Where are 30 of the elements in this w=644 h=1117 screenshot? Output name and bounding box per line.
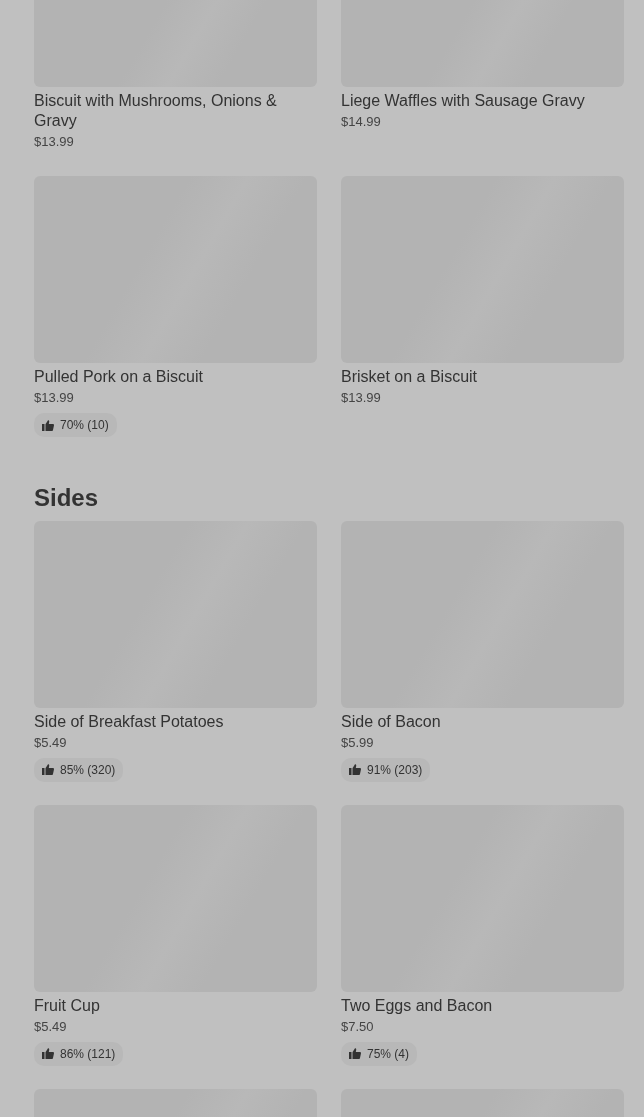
item-price: $5.49 [34,1017,67,1036]
section-heading: Sides [34,484,100,513]
item-price: $5.99 [341,733,374,752]
rating-badge: 91% (203) [341,757,431,782]
rating-badge: 86% (121) [34,1041,124,1066]
menu-item-card[interactable]: Side of Bacon $5.99 91% (203) [341,520,624,782]
rating-badge: 75% (4) [341,1041,418,1066]
item-name: Liege Waffles with Sausage Gravy [341,91,585,111]
item-name: Pulled Pork on a Biscuit [34,367,203,387]
menu-item-card[interactable]: Side of Breakfast Potatoes $5.49 85% (320) [34,520,317,782]
item-name: Fruit Cup [34,995,100,1016]
item-price: $13.99 [34,389,74,407]
item-price: $5.49 [34,733,67,752]
menu-item-card[interactable]: Fruit Cup $5.49 86% (121) [34,804,317,1066]
rating-badge: 70% (10) [34,413,117,437]
item-name: Brisket on a Biscuit [341,367,478,387]
item-name: Two Eggs and Bacon [341,995,493,1016]
menu-item-card[interactable]: Biscuit with Mushrooms, Onions & Gravy $13.99 [34,0,317,153]
menu-item-card[interactable]: Brisket on a Biscuit $13.99 [341,176,624,437]
item-price: $13.99 [341,389,381,407]
item-price: $13.99 [34,133,74,151]
item-name: Side of Breakfast Potatoes [34,711,224,732]
item-price: $7.50 [341,1017,374,1036]
item-name: Biscuit with Mushrooms, Onions & Gravy [34,91,278,131]
menu-item-card[interactable]: Pulled Pork on a Biscuit $13.99 70% (10) [34,176,317,437]
menu-item-card[interactable]: Liege Waffles with Sausage Gravy $14.99 [341,0,624,153]
item-price: $14.99 [341,113,381,131]
menu-item-card[interactable]: Two Eggs and Bacon $7.50 75% (4) [341,804,624,1066]
item-name: Side of Bacon [341,711,441,732]
rating-badge: 85% (320) [34,757,124,782]
